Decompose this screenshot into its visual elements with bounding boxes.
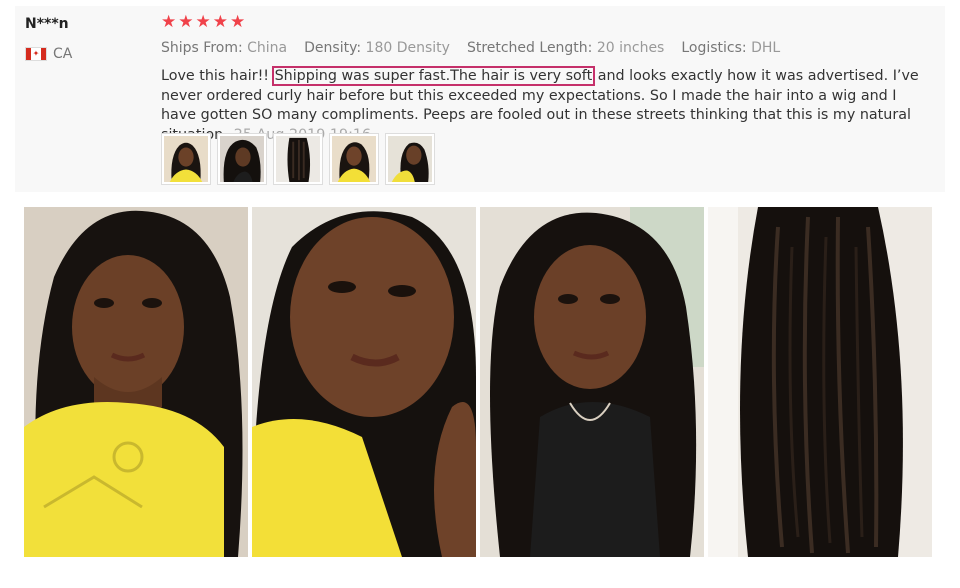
- customer-photo-1[interactable]: [24, 207, 248, 557]
- highlighted-text: Shipping was super fast.The hair is very…: [271, 66, 596, 86]
- reviewer-name: N***n: [25, 16, 69, 32]
- customer-photo-gallery: [24, 207, 932, 557]
- star-icon: ★: [212, 12, 228, 32]
- star-icon: ★: [195, 12, 211, 32]
- canada-flag-icon: ✦: [25, 47, 47, 61]
- star-icon: ★: [161, 12, 177, 32]
- thumbnail-4[interactable]: [329, 133, 379, 185]
- customer-photo-2[interactable]: [252, 207, 476, 557]
- thumbnail-strip: [161, 133, 435, 185]
- product-attributes: Ships From: China Density: 180 Density S…: [161, 40, 780, 56]
- attribute-density: Density: 180 Density: [304, 40, 450, 56]
- thumbnail-2[interactable]: [217, 133, 267, 185]
- customer-photo-3[interactable]: [480, 207, 704, 557]
- attribute-logistics: Logistics: DHL: [681, 40, 781, 56]
- star-rating: ★ ★ ★ ★ ★: [161, 12, 245, 32]
- attribute-stretched-length: Stretched Length: 20 inches: [466, 40, 665, 56]
- star-icon: ★: [178, 12, 194, 32]
- thumbnail-3[interactable]: [273, 133, 323, 185]
- star-icon: ★: [230, 12, 246, 32]
- customer-photo-4[interactable]: [708, 207, 932, 557]
- country-code: CA: [53, 46, 73, 62]
- thumbnail-5[interactable]: [385, 133, 435, 185]
- thumbnail-1[interactable]: [161, 133, 211, 185]
- reviewer-country: ✦ CA: [25, 46, 72, 62]
- attribute-ships-from: Ships From: China: [161, 40, 288, 56]
- review-card: N***n ✦ CA ★ ★ ★ ★ ★ Ships From: China D…: [15, 6, 945, 192]
